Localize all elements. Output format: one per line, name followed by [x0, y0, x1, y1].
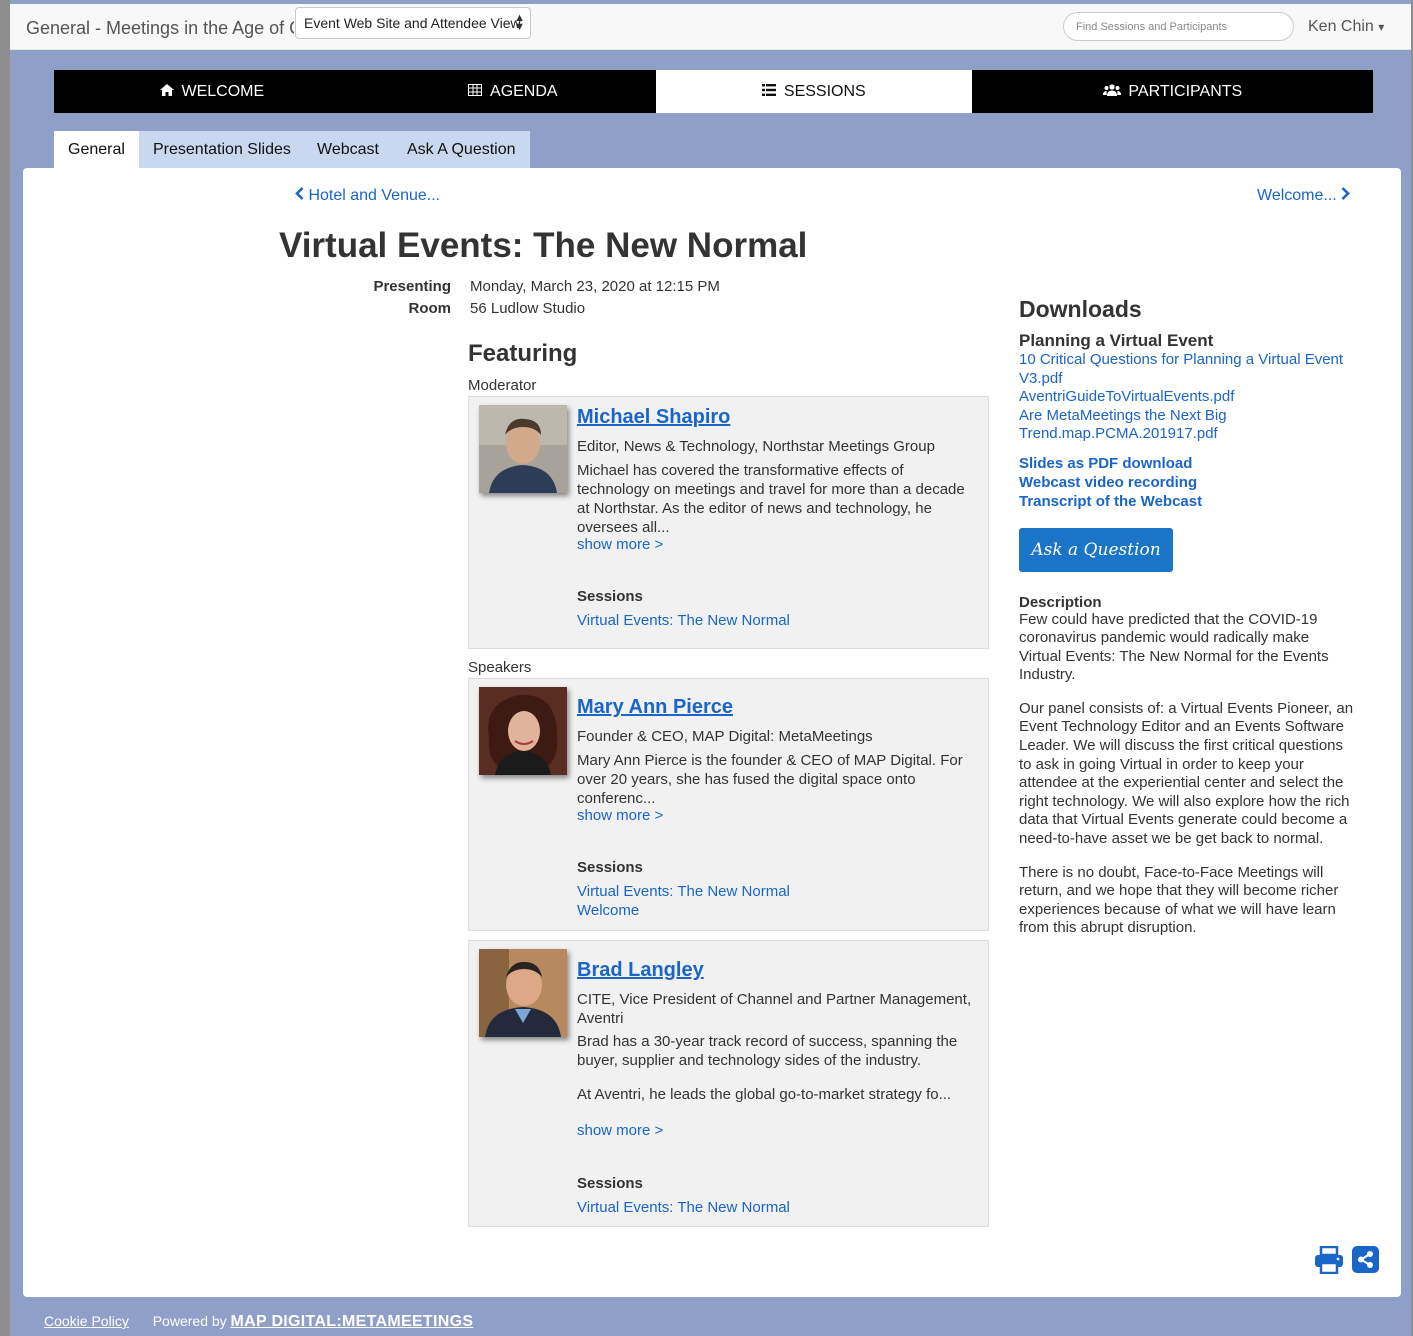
person-bio: Michael has covered the transformative e… — [577, 462, 965, 536]
right-column: Downloads Planning a Virtual Event 10 Cr… — [1019, 296, 1359, 953]
nav-sessions-label: SESSIONS — [783, 83, 866, 100]
nav-participants[interactable]: PARTICIPANTS — [972, 70, 1373, 113]
download-file-link[interactable]: AventriGuideToVirtualEvents.pdf — [1019, 388, 1359, 407]
speakers-label: Speakers — [468, 659, 532, 676]
downloads-heading: Downloads — [1019, 296, 1142, 322]
person-role: Founder & CEO, MAP Digital: MetaMeetings — [577, 728, 873, 745]
next-session-link[interactable]: Welcome... — [1257, 187, 1351, 205]
page-title: Virtual Events: The New Normal — [279, 226, 808, 265]
nav-agenda-label: AGENDA — [490, 83, 558, 100]
person-card: Mary Ann Pierce Founder & CEO, MAP Digit… — [468, 678, 989, 931]
featuring-heading: Featuring — [468, 340, 578, 367]
webcast-recording-link[interactable]: Webcast video recording — [1019, 473, 1359, 492]
session-link[interactable]: Virtual Events: The New Normal — [577, 1198, 790, 1217]
description-paragraph: There is no doubt, Face-to-Face Meetings… — [1019, 863, 1339, 937]
top-bar: General - Meetings in the Age of C Event… — [10, 4, 1411, 50]
session-link[interactable]: Virtual Events: The New Normal — [577, 882, 790, 901]
person-bio: Mary Ann Pierce is the founder & CEO of … — [577, 752, 963, 807]
avatar-mary-ann-pierce[interactable] — [479, 687, 567, 775]
brand-link[interactable]: MAP DIGITAL:METAMEETINGS — [231, 1313, 474, 1330]
table-icon — [468, 84, 486, 99]
next-session-label: Welcome... — [1257, 187, 1337, 204]
cookie-policy-link[interactable]: Cookie Policy — [44, 1313, 129, 1329]
person-card: Brad Langley CITE, Vice President of Cha… — [468, 940, 989, 1227]
slides-pdf-link[interactable]: Slides as PDF download — [1019, 454, 1359, 473]
download-group-title: Planning a Virtual Event — [1019, 331, 1214, 350]
presenting-label: Presenting — [373, 278, 451, 295]
avatar-brad-langley[interactable] — [479, 949, 567, 1037]
transcript-link[interactable]: Transcript of the Webcast — [1019, 492, 1359, 511]
show-more-link[interactable]: show more > — [577, 807, 663, 824]
users-icon — [1102, 84, 1125, 99]
tab-general[interactable]: General — [54, 131, 139, 168]
description-paragraph: Our panel consists of: a Virtual Events … — [1019, 699, 1354, 848]
person-name[interactable]: Michael Shapiro — [577, 406, 730, 429]
content-card: Hotel and Venue... Welcome... Virtual Ev… — [23, 168, 1401, 1297]
nav-agenda[interactable]: AGENDA — [370, 70, 656, 113]
nav-welcome-label: WELCOME — [181, 83, 265, 100]
person-role: CITE, Vice President of Channel and Part… — [577, 991, 972, 1027]
footer: Cookie Policy Powered by MAP DIGITAL:MET… — [44, 1313, 473, 1331]
event-title: General - Meetings in the Age of C — [26, 18, 294, 38]
list-icon — [762, 84, 780, 99]
show-more-link[interactable]: show more > — [577, 1122, 663, 1139]
tab-ask-a-question[interactable]: Ask A Question — [393, 131, 530, 168]
window-edge-left — [0, 0, 10, 1336]
download-file-link[interactable]: Are MetaMeetings the Next Big Trend.map.… — [1019, 407, 1359, 444]
sessions-heading: Sessions — [577, 859, 643, 876]
room-value: 56 Ludlow Studio — [470, 300, 586, 317]
avatar-michael-shapiro[interactable] — [479, 405, 567, 493]
chevron-right-icon — [1341, 187, 1351, 204]
description-heading: Description — [1019, 593, 1102, 611]
moderator-label: Moderator — [468, 377, 537, 394]
person-role: Editor, News & Technology, Northstar Mee… — [577, 438, 935, 455]
main-nav: WELCOME AGENDA SESSIONS PARTICIPANTS — [54, 70, 1373, 113]
user-menu[interactable]: Ken Chin ▾ — [1308, 18, 1384, 36]
session-link[interactable]: Welcome — [577, 901, 639, 920]
show-more-link[interactable]: show more > — [577, 536, 663, 553]
chevron-left-icon — [295, 187, 304, 204]
room-label: Room — [408, 300, 452, 317]
print-icon[interactable] — [1314, 1245, 1344, 1275]
nav-participants-label: PARTICIPANTS — [1128, 83, 1243, 100]
sessions-heading: Sessions — [577, 588, 643, 605]
search-input[interactable]: Find Sessions and Participants — [1063, 12, 1294, 41]
download-file-link[interactable]: 10 Critical Questions for Planning a Vir… — [1019, 351, 1359, 388]
view-select-value: Event Web Site and Attendee View — [304, 15, 521, 31]
description-paragraph: Few could have predicted that the COVID-… — [1019, 610, 1329, 684]
person-name[interactable]: Brad Langley — [577, 959, 704, 982]
person-card: Michael Shapiro Editor, News & Technolog… — [468, 396, 989, 649]
prev-session-link[interactable]: Hotel and Venue... — [295, 187, 440, 205]
person-bio-continued: At Aventri, he leads the global go-to-ma… — [577, 1086, 952, 1103]
view-select[interactable]: Event Web Site and Attendee View ▲ ▼ — [295, 7, 531, 39]
powered-by-text: Powered by — [152, 1313, 227, 1329]
home-icon — [159, 84, 178, 99]
select-arrows-icon: ▲ ▼ — [514, 12, 525, 33]
ask-question-button[interactable]: Ask a Question — [1019, 527, 1173, 572]
nav-welcome[interactable]: WELCOME — [54, 70, 370, 113]
sessions-heading: Sessions — [577, 1175, 643, 1192]
person-name[interactable]: Mary Ann Pierce — [577, 696, 733, 719]
prev-session-label: Hotel and Venue... — [308, 187, 441, 204]
share-icon[interactable] — [1352, 1246, 1379, 1273]
session-link[interactable]: Virtual Events: The New Normal — [577, 611, 790, 630]
person-bio: Brad has a 30-year track record of succe… — [577, 1033, 958, 1069]
tab-webcast[interactable]: Webcast — [303, 131, 393, 168]
user-name: Ken Chin — [1308, 18, 1374, 35]
tab-presentation-slides[interactable]: Presentation Slides — [139, 131, 305, 168]
nav-sessions[interactable]: SESSIONS — [656, 70, 972, 113]
caret-down-icon: ▾ — [1378, 20, 1385, 34]
presenting-value: Monday, March 23, 2020 at 12:15 PM — [470, 278, 720, 295]
